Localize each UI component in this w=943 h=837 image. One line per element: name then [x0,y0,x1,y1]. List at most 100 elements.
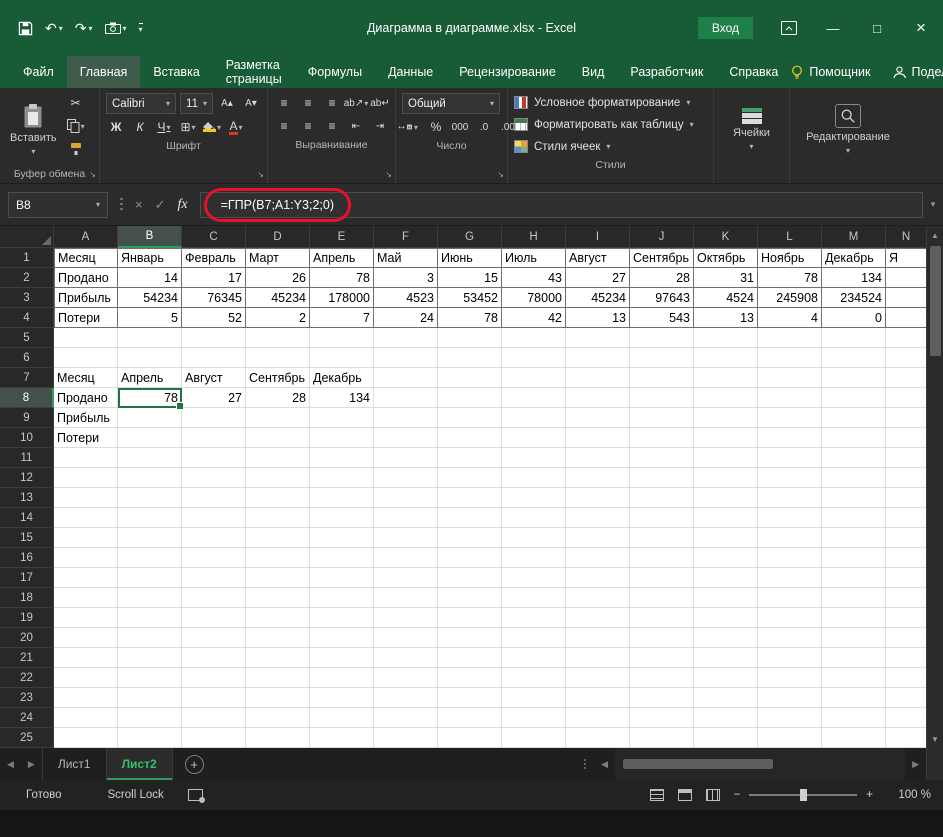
cell-I8[interactable] [566,388,630,408]
cell-E17[interactable] [310,568,374,588]
cell-D7[interactable]: Сентябрь [246,368,310,388]
cell-M2[interactable]: 134 [822,268,886,288]
cell-J24[interactable] [630,708,694,728]
cell-B2[interactable]: 14 [118,268,182,288]
align-middle-icon[interactable]: ≡ [298,93,318,113]
cells-button[interactable]: Ячейки ▾ [729,93,774,165]
cell-N8[interactable] [886,388,926,408]
cell-B14[interactable] [118,508,182,528]
cell-M22[interactable] [822,668,886,688]
row-header-13[interactable]: 13 [0,488,54,508]
row-header-11[interactable]: 11 [0,448,54,468]
camera-button[interactable]: ▾ [105,22,127,34]
cell-L16[interactable] [758,548,822,568]
cell-N20[interactable] [886,628,926,648]
cell-L10[interactable] [758,428,822,448]
cell-F6[interactable] [374,348,438,368]
cell-A1[interactable]: Месяц [54,248,118,268]
orientation-button[interactable]: ab↗▾ [346,93,366,113]
column-header-J[interactable]: J [630,226,694,248]
cell-H11[interactable] [502,448,566,468]
cell-N21[interactable] [886,648,926,668]
column-header-E[interactable]: E [310,226,374,248]
cell-E1[interactable]: Апрель [310,248,374,268]
cell-E7[interactable]: Декабрь [310,368,374,388]
cell-J7[interactable] [630,368,694,388]
cell-A8[interactable]: Продано [54,388,118,408]
cell-A4[interactable]: Потери [54,308,118,328]
cell-J18[interactable] [630,588,694,608]
cell-L15[interactable] [758,528,822,548]
cell-styles-button[interactable]: Стили ячеек ▾ [514,137,707,156]
cell-E2[interactable]: 78 [310,268,374,288]
cell-I10[interactable] [566,428,630,448]
cell-C4[interactable]: 52 [182,308,246,328]
horizontal-scrollbar[interactable]: ◀ ▶ [594,748,926,780]
cell-C25[interactable] [182,728,246,748]
column-header-L[interactable]: L [758,226,822,248]
cell-B21[interactable] [118,648,182,668]
underline-button[interactable]: Ч▾ [154,117,174,137]
cell-G15[interactable] [438,528,502,548]
cell-C3[interactable]: 76345 [182,288,246,308]
tab-Рецензирование[interactable]: Рецензирование [446,56,569,88]
cell-N5[interactable] [886,328,926,348]
cell-N10[interactable] [886,428,926,448]
align-bottom-icon[interactable]: ≡ [322,93,342,113]
customize-qat-button[interactable]: ▾ [139,23,143,34]
cell-J14[interactable] [630,508,694,528]
cell-M23[interactable] [822,688,886,708]
align-left-icon[interactable]: ≡ [274,116,294,136]
cell-D19[interactable] [246,608,310,628]
row-header-18[interactable]: 18 [0,588,54,608]
cell-N17[interactable] [886,568,926,588]
cell-N24[interactable] [886,708,926,728]
cell-K14[interactable] [694,508,758,528]
minimize-button[interactable]: — [811,0,855,56]
borders-button[interactable]: ⊞▾ [178,117,198,137]
cell-D5[interactable] [246,328,310,348]
cell-L6[interactable] [758,348,822,368]
cell-G4[interactable]: 78 [438,308,502,328]
cell-M20[interactable] [822,628,886,648]
cell-D3[interactable]: 45234 [246,288,310,308]
add-sheet-button[interactable]: + [185,755,204,774]
cell-N1[interactable]: Я [886,248,926,268]
cell-E5[interactable] [310,328,374,348]
cell-F18[interactable] [374,588,438,608]
cell-F16[interactable] [374,548,438,568]
tab-Разработчик[interactable]: Разработчик [617,56,716,88]
font-family-select[interactable]: Calibri▾ [106,93,176,114]
cell-G5[interactable] [438,328,502,348]
cell-N18[interactable] [886,588,926,608]
wrap-text-button[interactable]: ab↵ [370,93,390,113]
select-all-corner[interactable] [0,226,54,248]
redo-button[interactable]: ↷▾ [75,20,93,37]
scroll-up-icon[interactable]: ▲ [927,226,943,244]
cell-C14[interactable] [182,508,246,528]
cell-M19[interactable] [822,608,886,628]
share-button[interactable]: Поделиться [893,65,943,79]
cell-A14[interactable] [54,508,118,528]
format-painter-button[interactable] [66,139,86,159]
cell-E18[interactable] [310,588,374,608]
cell-F5[interactable] [374,328,438,348]
cell-C23[interactable] [182,688,246,708]
cell-G25[interactable] [438,728,502,748]
paste-button[interactable]: Вставить ▾ [6,93,61,165]
cell-A24[interactable] [54,708,118,728]
cell-K16[interactable] [694,548,758,568]
tab-Формулы[interactable]: Формулы [295,56,375,88]
cell-A10[interactable]: Потери [54,428,118,448]
cell-F7[interactable] [374,368,438,388]
column-header-I[interactable]: I [566,226,630,248]
cell-C12[interactable] [182,468,246,488]
cell-M13[interactable] [822,488,886,508]
cell-E11[interactable] [310,448,374,468]
cell-J16[interactable] [630,548,694,568]
cell-I5[interactable] [566,328,630,348]
cell-M3[interactable]: 234524 [822,288,886,308]
cell-A7[interactable]: Месяц [54,368,118,388]
cell-F25[interactable] [374,728,438,748]
row-header-19[interactable]: 19 [0,608,54,628]
